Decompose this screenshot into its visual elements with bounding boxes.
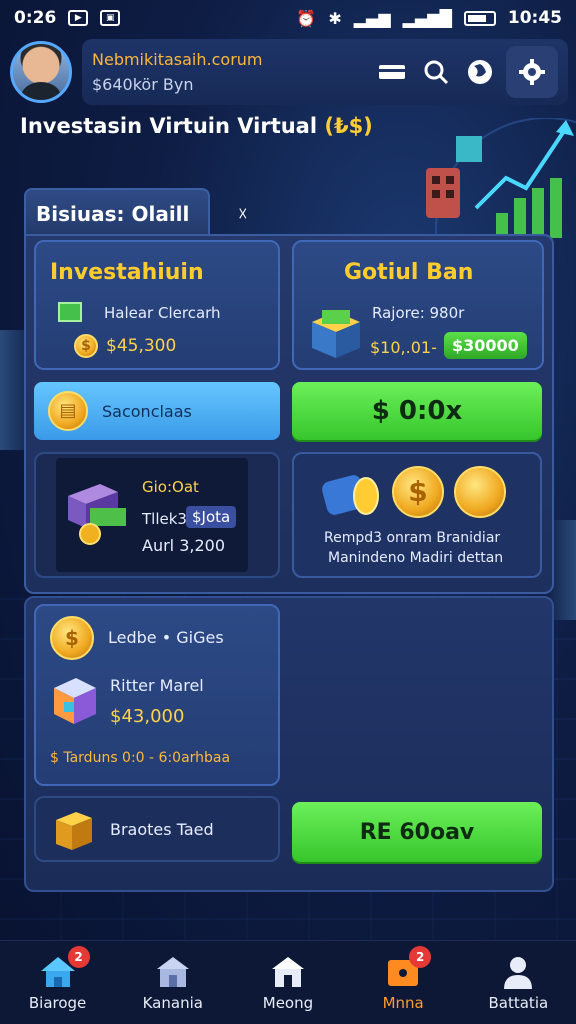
status-time-left: 0:26: [14, 8, 57, 28]
nav-label: Meong: [262, 993, 314, 1012]
bottom-left-label: Braotes Taed: [110, 820, 214, 839]
page-title: Investasin Virtuin Virtual (₺$): [20, 114, 373, 138]
ledger-title: Ledbe • GiGes: [108, 628, 224, 647]
user-card: Nebmikitasaih.corum $640kör Byn: [82, 39, 568, 105]
coin-icon: ▤: [48, 391, 88, 431]
bluetooth-icon: ✱: [328, 8, 342, 28]
nav-badge: 2: [67, 945, 90, 968]
nav-item-bank[interactable]: Kanania: [123, 954, 223, 1012]
invest-card-value: $45,300: [106, 336, 177, 356]
coin-roll-icon: [322, 475, 379, 515]
secondary-button-label: Saconclaas: [102, 401, 192, 421]
nav-item-missions[interactable]: 2 Mnna: [353, 945, 453, 1012]
ledger-item: Ritter Marel: [110, 676, 204, 695]
status-bar: 0:26 ▶ ▣ ⏰ ✱ ▂▄▆ ▂▄▆█ 10:45: [0, 0, 576, 36]
home-icon: [8, 954, 108, 990]
bottom-left-card[interactable]: Braotes Taed: [34, 796, 280, 862]
currency-label: (₺$): [324, 114, 373, 138]
signal-icon: ▂▄▆: [353, 8, 391, 28]
nav-label: Biaroge: [28, 993, 87, 1012]
rewards-line1: Rempd3 onram Branidiar: [324, 530, 501, 546]
card-icon[interactable]: [370, 50, 414, 94]
panel-tab-label: Bisiuas: Olaill: [36, 202, 190, 226]
ledger-footer: $ Tarduns 0:0 - 6:0arhbaa: [50, 750, 231, 766]
crate-line2: Tllek3: [142, 510, 187, 528]
notification-icon: ▶: [68, 10, 89, 26]
nav-label: Kanania: [142, 993, 203, 1012]
image-icon: ▣: [100, 10, 121, 26]
nav-label: Battatia: [488, 993, 549, 1012]
status-time-right: 10:45: [507, 8, 562, 28]
dollar-coin-icon: $: [392, 466, 444, 518]
profile-icon: [468, 954, 568, 990]
nav-item-home[interactable]: 2 Biaroge: [8, 945, 108, 1012]
close-icon[interactable]: ☓: [238, 204, 248, 225]
rewards-line2: Manindeno Madiri dettan: [328, 550, 504, 566]
battery-icon: [463, 10, 496, 26]
collect-button[interactable]: $ 0:0x: [292, 382, 542, 440]
gold-card-value: $10,.01-: [370, 338, 437, 357]
gold-card[interactable]: Gotiul Ban Rajore: 980r $10,.01- $30000: [292, 240, 544, 370]
treasure-box-icon: [312, 310, 360, 358]
user-name: Nebmikitasaih.corum: [92, 50, 263, 69]
ledger-value: $43,000: [110, 706, 185, 727]
rewards-card[interactable]: $ Rempd3 onram Branidiar Manindeno Madir…: [292, 452, 542, 578]
gold-card-title: Gotiul Ban: [344, 260, 474, 285]
search-icon[interactable]: [414, 50, 458, 94]
store-icon: [238, 954, 338, 990]
nav-item-store[interactable]: Meong: [238, 954, 338, 1012]
invest-card-label: Halear Clercarh: [104, 304, 221, 322]
avatar[interactable]: [10, 41, 72, 103]
chart-icon: [58, 302, 82, 322]
cube-box-icon: [54, 678, 96, 724]
header: Nebmikitasaih.corum $640kör Byn: [10, 38, 568, 106]
secondary-button[interactable]: ▤ Saconclaas: [34, 382, 280, 440]
nav-item-profile[interactable]: Battatia: [468, 954, 568, 1012]
settings-gear-icon[interactable]: [506, 46, 558, 98]
crate-line3: Aurl 3,200: [142, 536, 225, 555]
coin-icon: $: [50, 616, 94, 660]
collect-button-label: $ 0:0x: [371, 396, 463, 426]
cash-bundle-icon: [56, 812, 92, 850]
nav-label: Mnna: [382, 993, 424, 1012]
panel-tab[interactable]: Bisiuas: Olaill: [24, 188, 210, 238]
gold-coin-icon: [454, 466, 506, 518]
signal-icon-2: ▂▄▆█: [402, 8, 452, 28]
globe-icon[interactable]: [458, 50, 502, 94]
coin-icon: $: [74, 334, 98, 358]
upgrade-button-label: RE 60oav: [359, 819, 475, 845]
upgrade-button[interactable]: RE 60oav: [292, 802, 542, 862]
gold-card-label: Rajore: 980r: [372, 304, 465, 322]
mission-box-icon: [353, 954, 453, 990]
crate-line1: Gio:Oat: [142, 478, 199, 496]
alarm-icon: ⏰: [296, 8, 317, 28]
gold-card-tag: $30000: [444, 332, 527, 359]
nav-badge: 2: [409, 945, 432, 968]
user-balance: $640kör Byn: [92, 75, 194, 94]
invest-card[interactable]: Investahiuin Halear Clercarh $ $45,300: [34, 240, 280, 370]
bottom-nav: 2 Biaroge Kanania Meong 2 Mnna Battatia: [0, 940, 576, 1024]
cash-stack-icon: [68, 484, 126, 545]
invest-card-title: Investahiuin: [50, 260, 204, 285]
crate-tag: $Jota: [186, 506, 237, 528]
crate-card[interactable]: Gio:Oat Tllek3 $Jota Aurl 3,200: [34, 452, 280, 578]
bank-icon: [123, 954, 223, 990]
ledger-card[interactable]: $ Ledbe • GiGes Ritter Marel $43,000 $ T…: [34, 604, 280, 786]
